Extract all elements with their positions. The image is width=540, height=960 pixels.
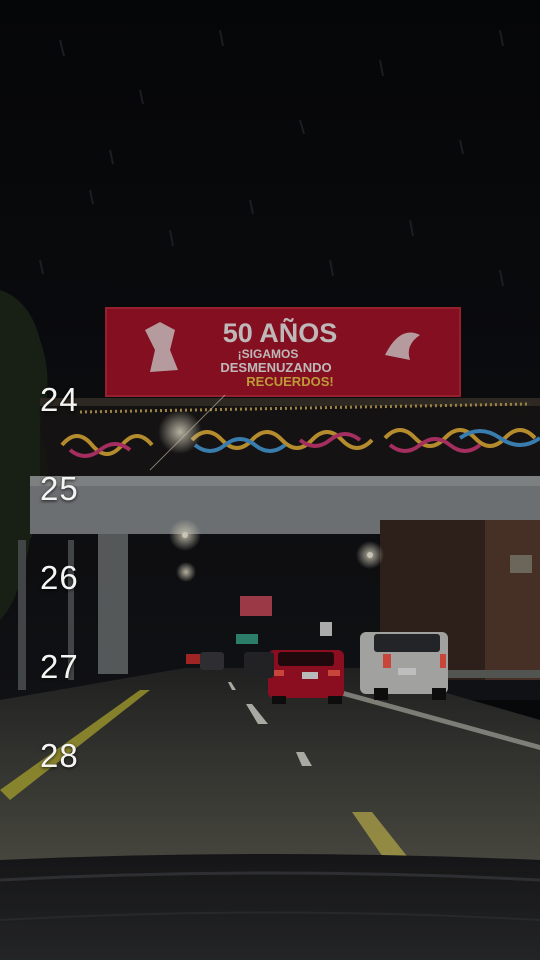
video-frame: 50 AÑOS ¡SIGAMOS DESMENUZANDO RECUERDOS! [0,0,540,960]
date-item-24[interactable]: 24 [0,355,130,444]
date-picker: 24 25 26 27 28 [0,355,130,800]
date-item-27[interactable]: 27 [0,622,130,711]
date-item-26[interactable]: 26 [0,533,130,622]
date-item-25[interactable]: 25 [0,444,130,533]
date-item-28[interactable]: 28 [0,711,130,800]
